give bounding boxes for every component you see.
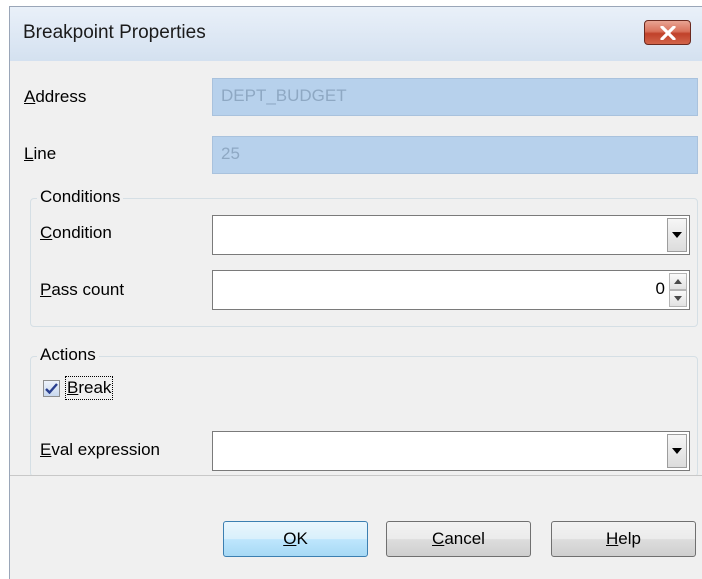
close-button[interactable] (644, 20, 691, 45)
cancel-button-label: Cancel (432, 529, 485, 548)
help-button[interactable]: Help (551, 521, 696, 557)
title-bar[interactable]: Breakpoint Properties (10, 7, 702, 61)
condition-combobox[interactable] (212, 215, 690, 255)
button-bar: OK Cancel Help (10, 475, 702, 579)
spin-up-icon (674, 279, 682, 284)
ok-button[interactable]: OK (223, 521, 368, 557)
actions-caption: Actions (37, 345, 99, 365)
cancel-button[interactable]: Cancel (386, 521, 531, 557)
checkmark-icon (45, 383, 58, 394)
ok-button-label: OK (283, 529, 308, 548)
chevron-down-icon (672, 448, 682, 454)
spin-down-button[interactable] (669, 290, 687, 307)
pass-count-spinner[interactable]: 0 (212, 270, 690, 310)
condition-dropdown-button[interactable] (667, 218, 687, 252)
eval-expression-label: Eval expression (40, 440, 161, 459)
pass-count-spin-buttons (669, 273, 687, 307)
eval-expression-combobox[interactable] (212, 431, 690, 471)
address-field[interactable]: DEPT_BUDGET (212, 78, 698, 116)
pass-count-value: 0 (655, 279, 665, 298)
breakpoint-properties-dialog: Breakpoint Properties Address DEPT_BUDGE… (9, 6, 702, 579)
window-title: Breakpoint Properties (23, 22, 206, 43)
break-checkbox[interactable] (43, 380, 60, 397)
condition-label: Condition (40, 223, 112, 242)
line-label: Line (24, 144, 57, 163)
close-icon (659, 25, 676, 40)
chevron-down-icon (672, 232, 682, 238)
conditions-caption: Conditions (37, 187, 124, 207)
help-button-label: Help (606, 529, 641, 548)
line-field[interactable]: 25 (212, 136, 698, 174)
dialog-body: Address DEPT_BUDGET Line 25 Conditions C… (10, 61, 702, 477)
address-label: Address (24, 87, 87, 106)
eval-expression-dropdown-button[interactable] (667, 434, 687, 468)
spin-up-button[interactable] (669, 273, 687, 290)
break-label[interactable]: Break (64, 376, 114, 400)
pass-count-label: Pass count (40, 280, 125, 299)
spin-down-icon (674, 296, 682, 301)
